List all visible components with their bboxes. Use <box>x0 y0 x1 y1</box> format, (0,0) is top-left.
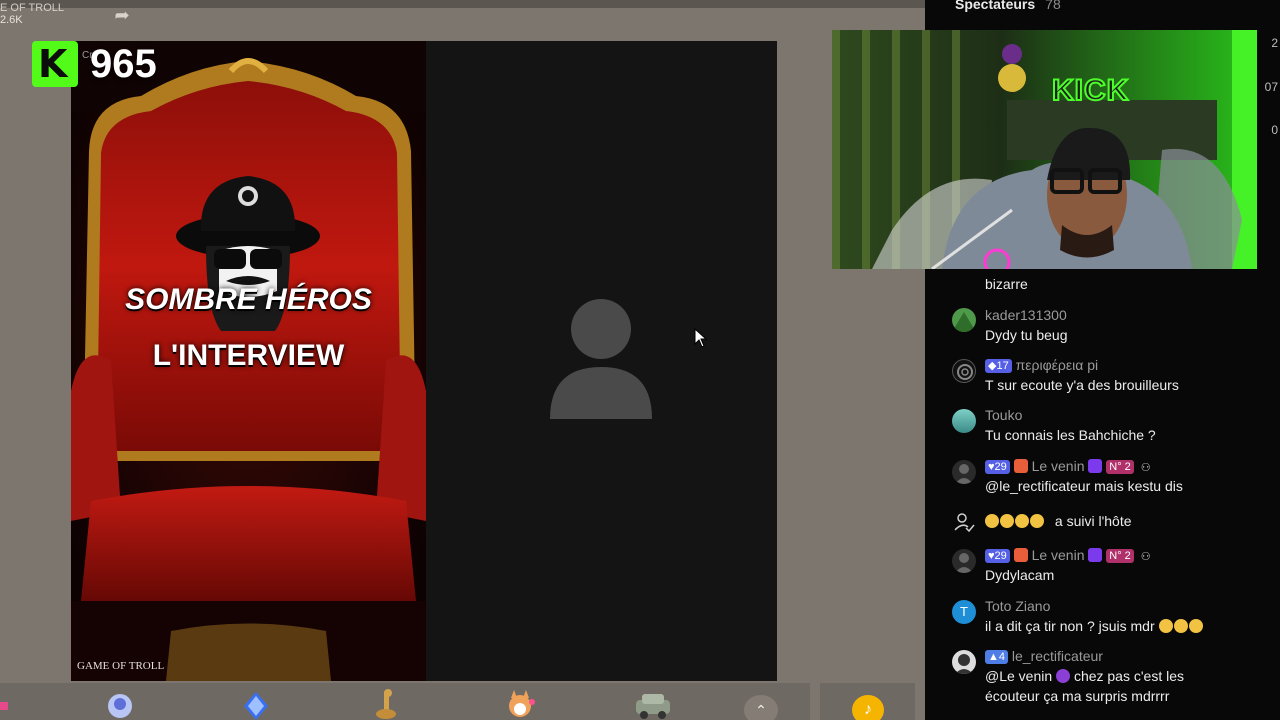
chat-username[interactable]: Le venin <box>1032 458 1085 474</box>
user-placeholder-icon <box>550 299 652 419</box>
emoji-icon <box>1000 514 1014 528</box>
emoji-icon <box>985 514 999 528</box>
chat-message-text: @le_rectificateur mais kestu dis <box>985 478 1183 494</box>
avatar[interactable] <box>952 549 976 573</box>
avatar[interactable] <box>952 359 976 383</box>
laughing-emoji-icon <box>1158 619 1173 633</box>
chat-message: ♥29 Le venin N° 2 ⚇ Dydylacam <box>985 545 1265 585</box>
laughing-emoji-icon <box>1188 619 1203 633</box>
chevron-up-icon[interactable]: ⌃ <box>744 695 778 720</box>
chat-message: Touko Tu connais les Bahchiche ? <box>985 405 1265 445</box>
chat-username[interactable]: Toto Ziano <box>985 596 1265 616</box>
subscriber-badge: ▲4 <box>985 650 1009 664</box>
chat-message-text: chez pas c'est les <box>1073 668 1184 684</box>
viewers-title: Spectateurs <box>955 0 1036 12</box>
follow-icon <box>952 510 976 534</box>
viewers-count: 78 <box>1045 0 1061 12</box>
car-gift-icon[interactable] <box>632 688 670 720</box>
watermark: GAME OF TROLL <box>77 660 165 672</box>
streamer-camera: KICK <box>832 30 1257 269</box>
crystal-gift-icon[interactable] <box>238 688 274 720</box>
stream-title-fragment: E OF TROLL <box>0 2 64 14</box>
chat-username[interactable]: le_rectificateur <box>1012 648 1103 664</box>
chat-message-text: T sur ecoute y'a des brouilleurs <box>985 377 1179 393</box>
avatar-initial: T <box>960 604 968 619</box>
viewer-count: 965 <box>90 41 157 86</box>
viewer-counter: K 965 <box>32 38 157 90</box>
chat-message: ◆17 περιφέρεια pi T sur ecoute y'a des b… <box>985 355 1265 395</box>
avatar[interactable]: T <box>952 600 976 624</box>
avatar[interactable] <box>952 308 976 332</box>
chat-message: bizarre <box>985 274 1265 294</box>
badge-months: 29 <box>994 550 1007 562</box>
chat-message: Toto Ziano il a dit ça tir non ? jsuis m… <box>985 596 1265 636</box>
viewers-header[interactable]: Spectateurs 78 <box>955 0 1061 12</box>
gift-badge-icon: ⚇ <box>1140 462 1151 474</box>
laughing-emoji-icon <box>1173 619 1188 633</box>
chat-username[interactable]: Le venin <box>1032 547 1085 563</box>
edge-number: 07 <box>1264 80 1278 94</box>
edge-number: 2 <box>1271 36 1278 50</box>
avatar[interactable] <box>952 409 976 433</box>
chat-message: ♥29 Le venin N° 2 ⚇ @le_rectificateur ma… <box>985 456 1265 496</box>
avatar[interactable] <box>952 460 976 484</box>
corgi-gift-icon[interactable] <box>502 688 538 720</box>
avatar[interactable] <box>952 650 976 674</box>
subscriber-badge: ♥29 <box>985 460 1010 474</box>
stream-stat: 2.6K <box>0 14 23 26</box>
emoji-icon <box>1015 514 1029 528</box>
chat-message-text: Dydy tu beug <box>985 327 1068 343</box>
badge-months: 17 <box>996 360 1009 372</box>
emoji-icon <box>1030 514 1044 528</box>
chat-username[interactable]: περιφέρεια pi <box>1016 357 1099 373</box>
moderator-badge-icon <box>1088 459 1103 473</box>
badge-months: 29 <box>994 461 1007 473</box>
cover-subtitle: L'INTERVIEW <box>152 339 345 372</box>
devil-emoji-icon <box>1056 669 1071 683</box>
stream-info: E OF TROLL 2.6K <box>0 2 90 30</box>
mouse-cursor-icon <box>694 328 708 348</box>
astronaut-gift-icon[interactable] <box>102 688 138 720</box>
kick-logo-icon: K <box>32 41 78 87</box>
cover-video: SOMBRE HÉROS L'INTERVIEW <box>71 41 426 681</box>
gift-badge-icon: ⚇ <box>1140 551 1151 563</box>
camera-feed <box>832 30 1257 269</box>
giraffe-gift-icon[interactable] <box>368 688 404 720</box>
guest-video-slot <box>426 41 777 681</box>
edge-number: 0 <box>1271 123 1278 137</box>
follow-event-text: a suivi l'hôte <box>1054 513 1132 529</box>
subscriber-badge: ♥29 <box>985 549 1010 563</box>
mention[interactable]: @Le venin <box>985 668 1052 684</box>
chat-message-text: Dydylacam <box>985 567 1055 583</box>
chat-message: ▲4 le_rectificateur @Le venin chez pas c… <box>985 646 1265 706</box>
rank-badge: N° 2 <box>1106 549 1134 563</box>
moderator-badge-icon <box>1088 548 1103 562</box>
share-icon[interactable]: ➦ <box>110 4 134 26</box>
chat-message: kader131300 Dydy tu beug <box>985 305 1265 345</box>
tiktok-icon[interactable]: ♪ <box>852 695 884 720</box>
chat-message-text-cont: écouteur ça ma surpris mdrrrr <box>985 688 1170 704</box>
heart-badge-icon <box>1013 459 1028 473</box>
badge-months: 4 <box>998 651 1006 663</box>
gift-partial-icon[interactable] <box>0 688 36 720</box>
heart-badge-icon <box>1013 548 1028 562</box>
top-bar <box>0 0 925 8</box>
chat-username[interactable]: Touko <box>985 405 1265 425</box>
chat-message-text: il a dit ça tir non ? jsuis mdr <box>985 618 1155 634</box>
cover-title: SOMBRE HÉROS <box>125 283 372 316</box>
rank-badge: N° 2 <box>1106 460 1134 474</box>
chat-message-text: Tu connais les Bahchiche ? <box>985 427 1156 443</box>
chat-follow-event: a suivi l'hôte <box>985 511 1265 531</box>
chat-message-text: bizarre <box>985 276 1028 292</box>
kick-sign: KICK <box>1051 73 1130 108</box>
chat-username[interactable]: kader131300 <box>985 305 1265 325</box>
subscriber-badge: ◆17 <box>985 359 1012 373</box>
